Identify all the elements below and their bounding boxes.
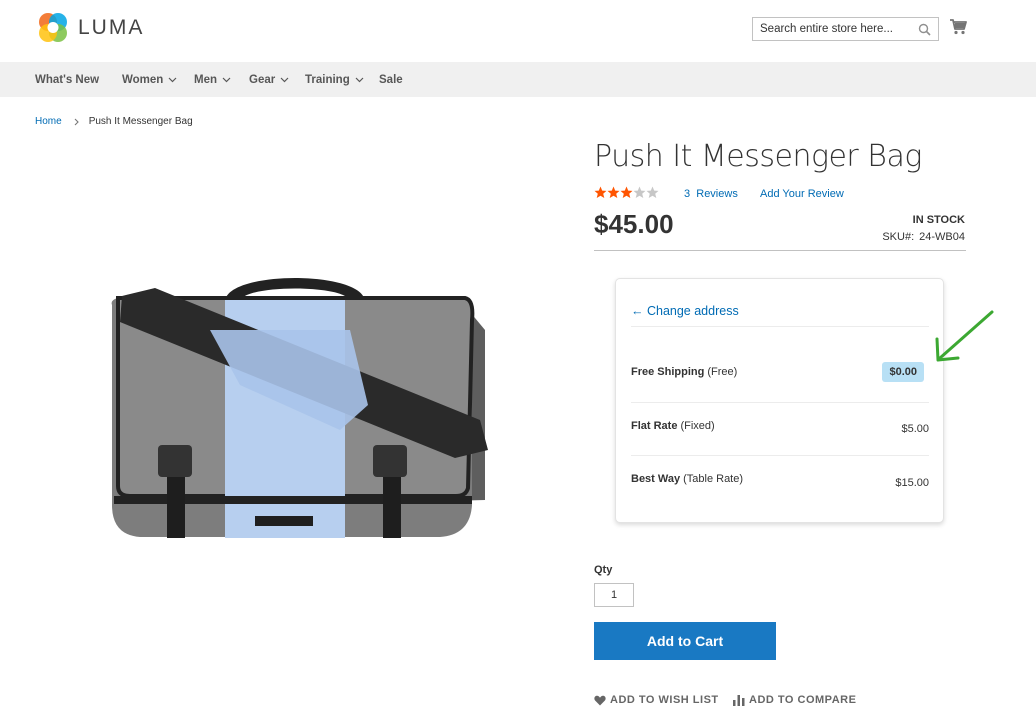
luma-logo-icon xyxy=(39,13,67,42)
logo-text: LUMA xyxy=(78,16,145,39)
divider xyxy=(631,402,929,403)
reviews-label: Reviews xyxy=(696,188,738,200)
product-title: Push It Messenger Bag xyxy=(594,139,922,174)
sku-label: SKU#: xyxy=(882,231,915,243)
breadcrumb-home-link[interactable]: Home xyxy=(35,116,62,127)
shipping-option-flat-rate[interactable]: Flat Rate (Fixed) $5.00 xyxy=(631,420,929,435)
search-icon[interactable] xyxy=(918,23,931,36)
shipping-options-panel: ← Change address Free Shipping (Free) $0.… xyxy=(615,278,944,523)
divider xyxy=(594,250,966,251)
shipping-carrier: (Table Rate) xyxy=(683,473,744,485)
shipping-method: Free Shipping xyxy=(631,366,705,378)
qty-label: Qty xyxy=(594,564,613,576)
nav-item-label: Women xyxy=(122,73,164,86)
wishlist-label: ADD TO WISH LIST xyxy=(610,694,719,706)
qty-input[interactable] xyxy=(594,583,634,607)
heart-icon xyxy=(594,695,606,705)
shipping-amount-badge: $0.00 xyxy=(882,362,924,382)
add-to-compare-link[interactable]: ADD TO COMPARE xyxy=(733,694,856,706)
chevron-down-icon xyxy=(168,77,177,82)
main-navigation: What's New Women Men Gear Training Sale xyxy=(0,62,1036,97)
shipping-carrier: (Free) xyxy=(707,366,738,378)
nav-item-label: Gear xyxy=(249,73,276,86)
chevron-down-icon xyxy=(355,77,364,82)
divider xyxy=(631,455,929,456)
star-rating-icon xyxy=(594,186,659,198)
stock-status: IN STOCK xyxy=(912,214,965,226)
add-to-cart-button[interactable]: Add to Cart xyxy=(594,622,776,660)
chevron-down-icon xyxy=(222,77,231,82)
search-box[interactable] xyxy=(752,17,939,41)
search-input[interactable] xyxy=(753,23,913,35)
divider xyxy=(631,326,929,327)
product-image[interactable] xyxy=(100,260,500,550)
reviews-link[interactable]: 3 Reviews xyxy=(684,188,738,200)
nav-item-gear[interactable]: Gear xyxy=(249,62,289,97)
shipping-method: Best Way xyxy=(631,473,681,485)
bar-chart-icon xyxy=(733,694,745,706)
product-price: $45.00 xyxy=(594,209,674,239)
shipping-option-free[interactable]: Free Shipping (Free) $0.00 xyxy=(631,362,929,382)
chevron-down-icon xyxy=(280,77,289,82)
reviews-count: 3 xyxy=(684,188,691,200)
nav-item-label: What's New xyxy=(35,73,100,86)
shipping-amount: $5.00 xyxy=(901,423,929,435)
site-header: LUMA xyxy=(0,0,1036,62)
nav-item-sale[interactable]: Sale xyxy=(379,62,403,97)
shipping-option-best-way[interactable]: Best Way (Table Rate) $15.00 xyxy=(631,473,929,489)
nav-item-training[interactable]: Training xyxy=(305,62,364,97)
change-address-link[interactable]: ← Change address xyxy=(631,304,739,318)
nav-item-label: Men xyxy=(194,73,217,86)
compare-label: ADD TO COMPARE xyxy=(749,694,857,706)
product-rating xyxy=(594,186,660,199)
breadcrumb-current: Push It Messenger Bag xyxy=(88,116,193,127)
add-review-link[interactable]: Add Your Review xyxy=(760,188,844,200)
nav-item-label: Training xyxy=(305,73,350,86)
luma-logo[interactable]: LUMA xyxy=(36,11,144,45)
shipping-amount: $15.00 xyxy=(895,477,929,489)
chevron-right-icon xyxy=(74,118,79,125)
product-sku: SKU#: 24-WB04 xyxy=(882,231,965,243)
add-to-wishlist-link[interactable]: ADD TO WISH LIST xyxy=(594,694,719,706)
nav-item-men[interactable]: Men xyxy=(194,62,231,97)
cart-icon[interactable] xyxy=(949,18,967,35)
nav-item-whats-new[interactable]: What's New xyxy=(35,62,99,97)
shipping-carrier: (Fixed) xyxy=(680,420,715,432)
shipping-method: Flat Rate xyxy=(631,420,678,432)
nav-item-label: Sale xyxy=(379,73,403,86)
nav-item-women[interactable]: Women xyxy=(122,62,177,97)
sku-value: 24-WB04 xyxy=(919,231,965,243)
annotation-arrow-icon xyxy=(935,310,994,362)
breadcrumb: Home Push It Messenger Bag xyxy=(35,116,193,127)
